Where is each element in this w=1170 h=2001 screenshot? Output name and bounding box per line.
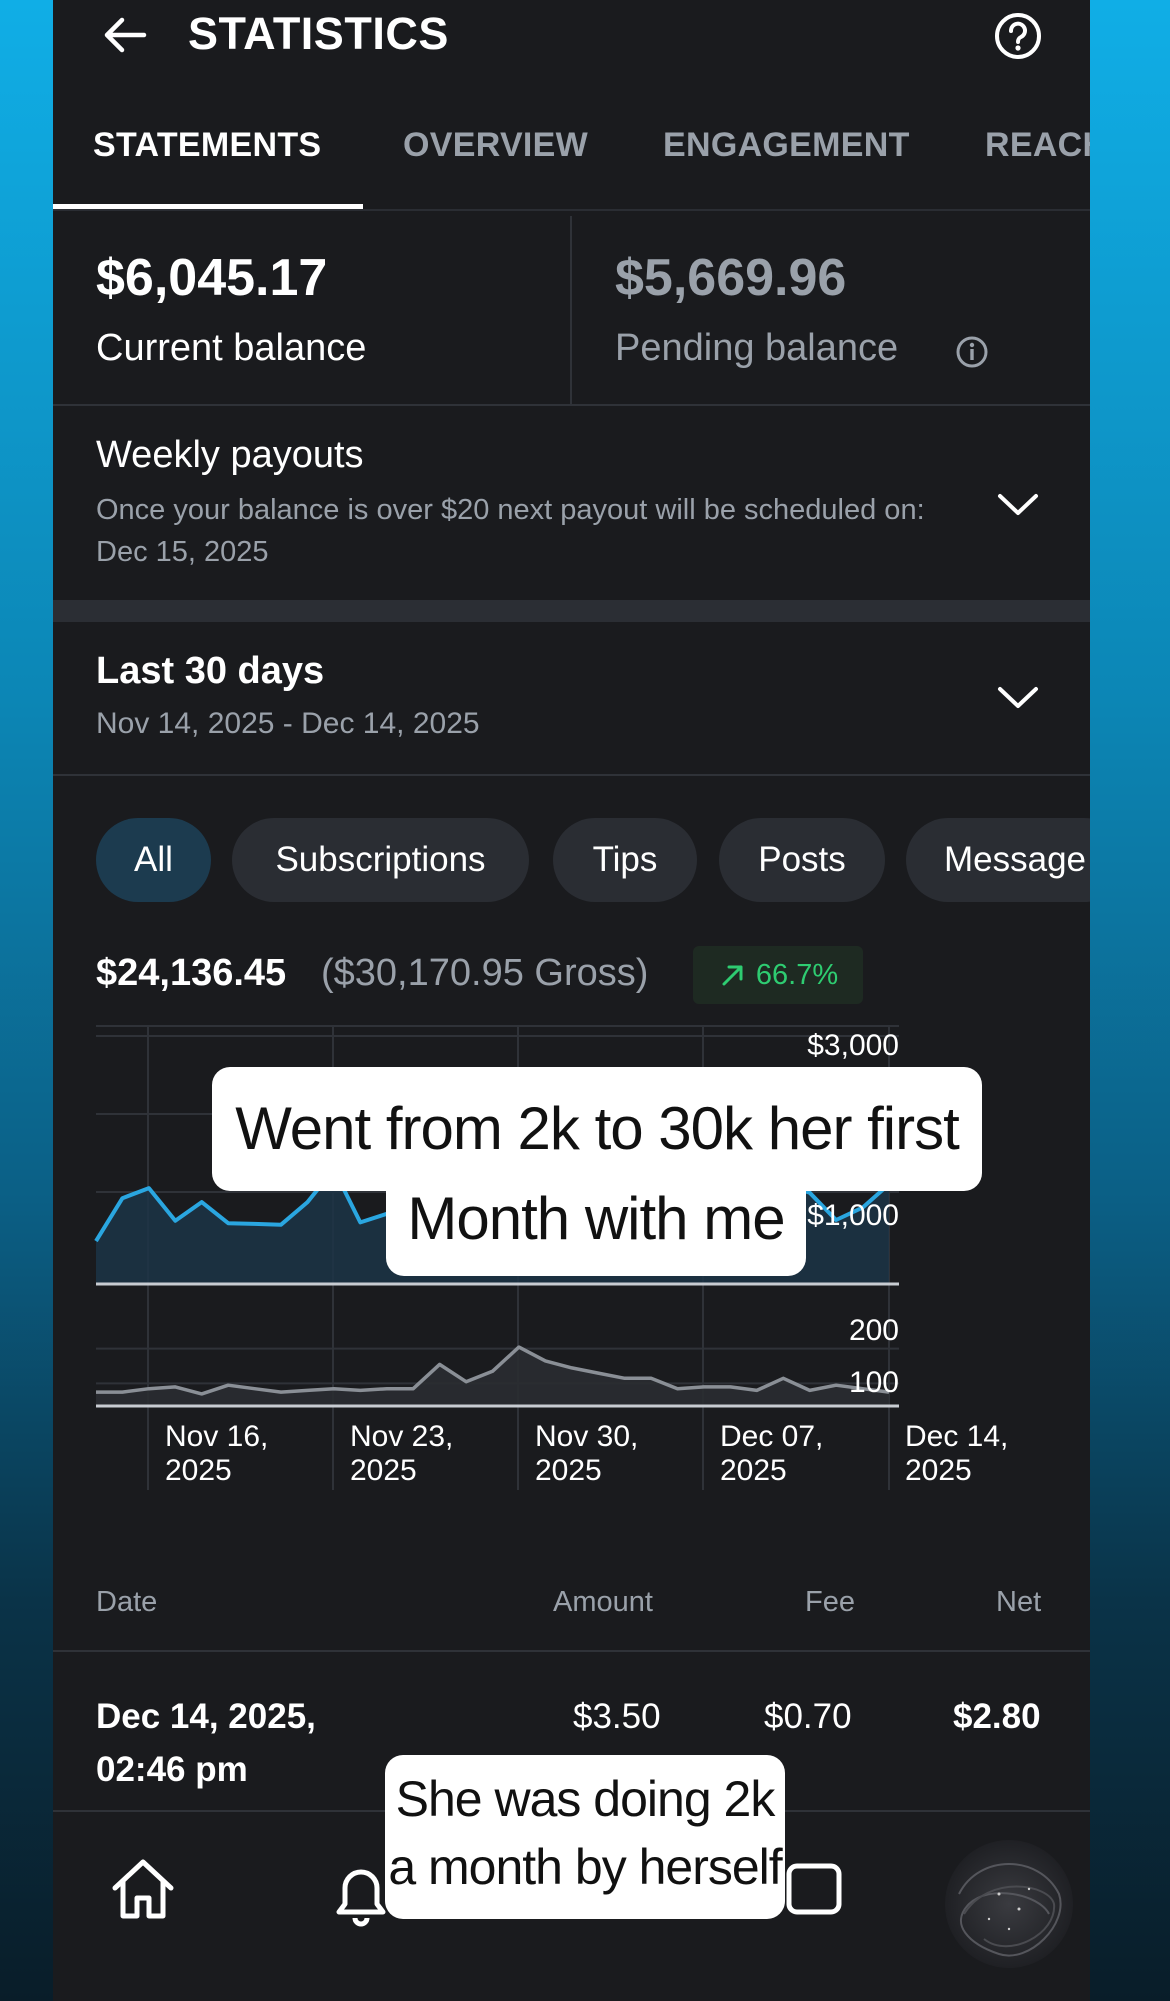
chevron-down-icon[interactable] (996, 491, 1040, 519)
gross-total: ($30,170.95 Gross) (321, 952, 649, 994)
caption-top-line2: Month with me (386, 1162, 806, 1276)
help-icon[interactable] (992, 10, 1044, 62)
chevron-down-icon[interactable] (996, 684, 1040, 712)
caption-bottom: She was doing 2k a month by herself (385, 1755, 785, 1919)
period-range: Nov 14, 2025 - Dec 14, 2025 (96, 707, 480, 740)
chip-all[interactable]: All (96, 818, 211, 902)
caption-bottom-line2: a month by herself (388, 1839, 782, 1895)
x-tick-label: 2025 (350, 1454, 417, 1487)
growth-value: 66.7% (755, 958, 839, 991)
x-tick-label: Nov 23, (350, 1420, 453, 1453)
y-tick-label: $3,000 (807, 1029, 899, 1062)
row-net: $2.80 (953, 1697, 1041, 1736)
y-tick-label: 200 (849, 1314, 899, 1347)
x-tick-label: Dec 07, (720, 1420, 823, 1453)
message-icon[interactable] (779, 1852, 855, 1928)
row-time: 02:46 pm (96, 1750, 248, 1789)
current-balance-amount: $6,045.17 (96, 249, 328, 307)
divider (53, 1650, 1090, 1652)
y-tick-label: $1,000 (807, 1199, 899, 1232)
col-net: Net (996, 1586, 1042, 1618)
x-tick-label: Dec 14, (905, 1420, 1008, 1453)
period-title: Last 30 days (96, 650, 325, 692)
payouts-description: Once your balance is over $20 next payou… (96, 494, 925, 568)
section-separator (53, 600, 1090, 622)
payouts-title: Weekly payouts (96, 434, 364, 476)
app-screen: STATISTICS STATEMENTS OVERVIEW ENGAGEMEN… (53, 0, 1090, 2001)
info-icon[interactable] (954, 334, 990, 370)
caption-bottom-line1: She was doing 2k (395, 1771, 776, 1827)
back-arrow-icon[interactable] (100, 10, 150, 60)
home-icon[interactable] (105, 1852, 181, 1928)
current-balance-label: Current balance (96, 327, 367, 369)
chip-subscriptions[interactable]: Subscriptions (232, 818, 529, 902)
divider (53, 209, 1090, 211)
col-date: Date (96, 1586, 158, 1618)
divider (570, 216, 572, 406)
series-area-lower (96, 1347, 889, 1406)
divider (53, 774, 1090, 776)
row-date: Dec 14, 2025, (96, 1697, 316, 1736)
trend-up-icon (722, 965, 743, 986)
tab-statements[interactable]: STATEMENTS (93, 126, 321, 165)
x-tick-label: 2025 (905, 1454, 972, 1487)
chip-tips[interactable]: Tips (553, 818, 697, 902)
chip-messages[interactable]: Message (906, 818, 1090, 902)
tab-reach[interactable]: REACH (985, 126, 1090, 165)
col-amount: Amount (553, 1586, 653, 1618)
avatar[interactable] (939, 1834, 1079, 1974)
y-tick-label: 100 (849, 1366, 899, 1399)
col-fee: Fee (805, 1586, 855, 1618)
pending-balance-amount: $5,669.96 (615, 249, 847, 307)
x-tick-label: Nov 16, (165, 1420, 268, 1453)
x-tick-label: Nov 30, (535, 1420, 638, 1453)
row-fee: $0.70 (764, 1697, 852, 1736)
row-amount: $3.50 (573, 1697, 661, 1736)
pending-balance-label: Pending balance (615, 327, 899, 369)
x-tick-label: 2025 (720, 1454, 787, 1487)
tab-engagement[interactable]: ENGAGEMENT (663, 126, 910, 165)
x-tick-label: 2025 (535, 1454, 602, 1487)
tab-overview[interactable]: OVERVIEW (403, 126, 588, 165)
growth-badge: 66.7% (693, 946, 863, 1004)
page-title: STATISTICS (188, 8, 449, 59)
divider (53, 404, 1090, 406)
net-total: $24,136.45 (96, 952, 287, 994)
x-tick-label: 2025 (165, 1454, 232, 1487)
chip-posts[interactable]: Posts (719, 818, 885, 902)
